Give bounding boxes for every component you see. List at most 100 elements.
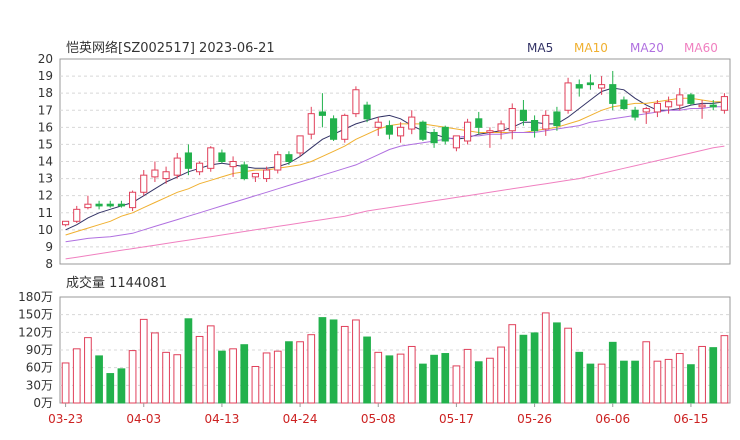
volume-bar xyxy=(162,351,170,404)
candle xyxy=(586,74,594,90)
candle xyxy=(698,100,706,119)
volume-bar xyxy=(620,360,628,404)
candle-body xyxy=(452,135,460,149)
candle-body xyxy=(486,130,494,133)
volume-bar xyxy=(698,345,706,404)
volume-bar xyxy=(553,322,561,404)
volume-bar xyxy=(72,348,81,404)
candle-body xyxy=(196,162,204,173)
candle xyxy=(73,205,81,223)
candle xyxy=(497,120,505,140)
candle-body xyxy=(698,104,706,108)
candle-body xyxy=(709,104,717,108)
volume-bar xyxy=(541,312,550,404)
chart-title: 恺英网络[SZ002517] 2023-06-21 xyxy=(66,40,275,56)
candle-body xyxy=(531,120,539,132)
candle-body xyxy=(687,94,695,104)
candle-body xyxy=(274,154,282,171)
volume-bar xyxy=(530,332,539,404)
candle xyxy=(263,166,271,182)
volume-frame xyxy=(59,296,731,404)
candle xyxy=(720,93,728,114)
volume-bar xyxy=(95,355,103,404)
candle xyxy=(296,135,304,157)
candle xyxy=(542,110,550,136)
volume-bar xyxy=(151,332,159,404)
volume-bar xyxy=(474,361,483,404)
candle xyxy=(62,220,70,227)
candle-body xyxy=(251,172,259,178)
volume-bar xyxy=(441,353,450,404)
candle xyxy=(653,100,661,118)
ma-line-ma10 xyxy=(65,97,725,236)
x-tick-label: 04-24 xyxy=(283,412,318,426)
volume-bar xyxy=(463,348,472,404)
volume-bar xyxy=(430,354,438,404)
volume-bar xyxy=(352,319,360,404)
volume-title: 成交量 1144081 xyxy=(66,275,167,291)
candle-body xyxy=(441,126,449,142)
candle-body xyxy=(330,118,338,140)
candle xyxy=(129,190,137,212)
candle xyxy=(564,77,572,114)
volume-bar xyxy=(318,317,327,404)
price-y-tick: 17 xyxy=(38,103,53,117)
candle-body xyxy=(218,152,226,162)
candle xyxy=(508,103,516,140)
volume-bar xyxy=(519,334,528,404)
candle xyxy=(687,93,695,106)
candle-body xyxy=(408,116,416,130)
volume-y-tick: 180万 xyxy=(18,290,53,304)
candle-body xyxy=(575,84,583,89)
candle-body xyxy=(665,101,673,108)
volume-bar xyxy=(687,364,695,404)
volume-bar xyxy=(396,353,405,404)
volume-panel: 180万 150万 120万 90万 60万 30万 0万 xyxy=(18,290,731,410)
candle-body xyxy=(341,114,349,140)
candle xyxy=(274,151,282,174)
volume-bar xyxy=(586,363,595,404)
candle-body xyxy=(307,113,315,135)
volume-bar xyxy=(251,365,260,404)
candle-body xyxy=(151,169,159,178)
candle-body xyxy=(129,191,137,209)
volume-bar xyxy=(240,344,249,404)
candle xyxy=(184,144,192,176)
candle-body xyxy=(519,109,527,121)
candle xyxy=(419,120,427,141)
candle xyxy=(631,106,639,121)
candle-body xyxy=(162,171,170,180)
x-tick-label: 05-08 xyxy=(361,412,396,426)
volume-bar xyxy=(709,347,718,404)
volume-bar xyxy=(608,341,617,404)
candle-body xyxy=(598,84,606,89)
legend-item-ma20: MA20 xyxy=(630,41,664,55)
volume-bar xyxy=(564,327,572,404)
volume-bar xyxy=(452,365,461,404)
volume-bar xyxy=(385,355,394,404)
candle xyxy=(218,149,226,164)
candle-body xyxy=(676,94,684,106)
volume-bar xyxy=(419,363,427,404)
ma-line-ma5 xyxy=(65,87,725,231)
candle xyxy=(464,118,472,145)
volume-bar xyxy=(486,357,494,404)
candle xyxy=(441,125,449,145)
volume-bar xyxy=(206,325,215,404)
candle xyxy=(598,76,606,95)
volume-bar xyxy=(597,363,606,404)
candle-body xyxy=(263,169,271,180)
candle xyxy=(363,101,371,123)
volume-bar xyxy=(720,335,729,404)
x-tick-label: 06-06 xyxy=(595,412,630,426)
candle xyxy=(207,146,215,172)
candle xyxy=(408,110,416,135)
volume-bar xyxy=(173,354,182,404)
candle xyxy=(196,161,204,176)
candle xyxy=(173,152,181,179)
candle-body xyxy=(296,135,304,154)
volume-bar xyxy=(262,352,271,404)
candle-body xyxy=(609,84,617,104)
chart-canvas: 恺英网络[SZ002517] 2023-06-21 MA5 MA10 MA20 MA6… xyxy=(18,40,731,426)
stock-chart: 恺英网络[SZ002517] 2023-06-21 MA5 MA10 MA20 MA6… xyxy=(0,0,740,440)
